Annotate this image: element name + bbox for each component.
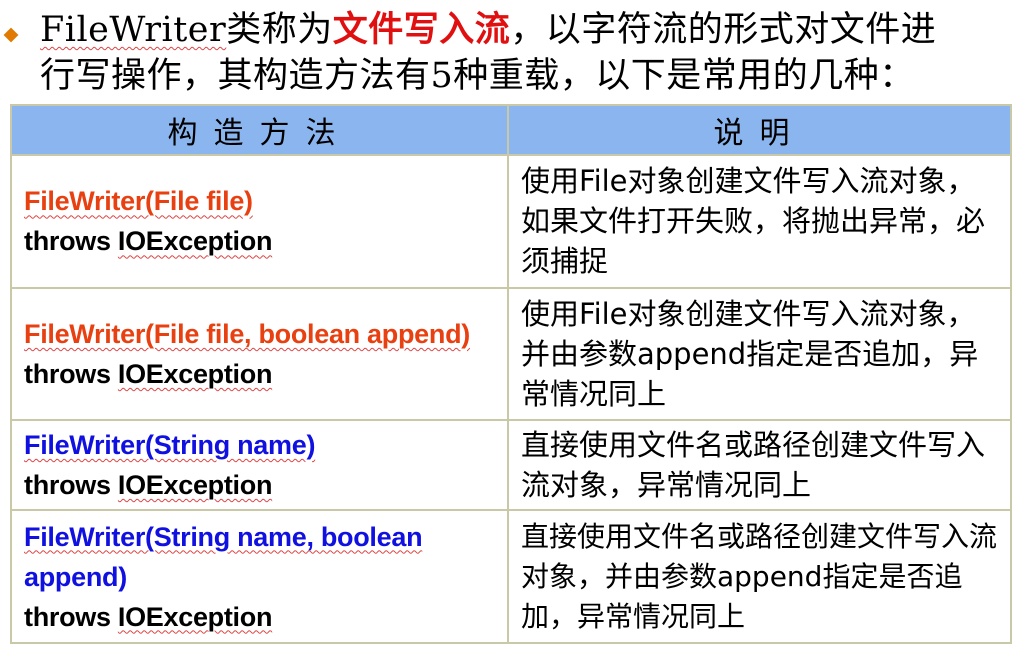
table-row: FileWriter(File file) throws IOException… [10,154,1012,289]
constructor-table: 构造方法 说明 FileWriter(File file) throws IOE… [10,104,1012,644]
exception-name: IOException [117,470,273,501]
description-cell: 使用File对象创建文件写入流对象，如果文件打开失败，将抛出异常，必须捕捉 [507,154,1012,289]
constructor-description: 直接使用文件名或路径创建文件写入流对象，并由参数append指定是否追加，异常情… [521,519,998,633]
diamond-bullet-icon [3,27,19,43]
intro-text: ，以字符流的形式对文件进 [510,10,937,50]
table-row: FileWriter(String name) throws IOExcepti… [10,419,1012,512]
header-description: 说明 [507,104,1012,156]
constructor-description: 使用File对象创建文件写入流对象，如果文件打开失败，将抛出异常，必须捕捉 [521,164,986,279]
description-cell: 直接使用文件名或路径创建文件写入流对象，并由参数append指定是否追加，异常情… [507,509,1012,644]
intro-classname: FileWriter [40,10,227,50]
constructor-cell: FileWriter(File file) throws IOException [10,154,509,289]
constructor-throws: throws IOException [24,470,273,501]
description-cell: 使用File对象创建文件写入流对象，并由参数append指定是否追加，异常情况同… [507,286,1012,422]
intro-paragraph: FileWriter类称为文件写入流，以字符流的形式对文件进 行写操作，其构造方… [0,6,1016,106]
description-cell: 直接使用文件名或路径创建文件写入流对象，异常情况同上 [507,419,1012,512]
table-row: FileWriter(File file, boolean append) th… [10,286,1012,422]
intro-text: 类称为 [226,10,333,50]
constructor-throws: throws IOException [24,358,273,389]
exception-name: IOException [117,601,273,632]
constructor-signature-cont: append) [24,561,127,592]
constructor-throws: throws IOException [24,226,273,257]
header-constructor: 构造方法 [10,104,509,156]
constructor-throws: throws IOException [24,601,273,632]
constructor-cell: FileWriter(String name, boolean append) … [10,509,509,644]
constructor-signature: FileWriter(String name, boolean [24,521,423,552]
constructor-cell: FileWriter(String name) throws IOExcepti… [10,419,509,512]
exception-name: IOException [117,226,273,257]
constructor-cell: FileWriter(File file, boolean append) th… [10,286,509,422]
constructor-signature: FileWriter(File file, boolean append) [24,318,470,349]
table-header-row: 构造方法 说明 [10,104,1012,156]
intro-text: 行写操作，其构造方法有 [40,56,431,96]
intro-number: 5 [430,56,454,96]
intro-text: 种重载，以下是常用的几种： [453,56,915,96]
constructor-signature: FileWriter(String name) [24,430,316,461]
intro-line-2: 行写操作，其构造方法有5种重载，以下是常用的几种： [40,54,915,98]
intro-emphasis: 文件写入流 [332,10,511,50]
constructor-signature: FileWriter(File file) [24,186,253,217]
exception-name: IOException [117,358,273,389]
intro-line-1: FileWriter类称为文件写入流，以字符流的形式对文件进 [40,8,936,52]
table-row: FileWriter(String name, boolean append) … [10,509,1012,644]
constructor-description: 直接使用文件名或路径创建文件写入流对象，异常情况同上 [521,428,986,503]
constructor-description: 使用File对象创建文件写入流对象，并由参数append指定是否追加，异常情况同… [521,296,979,411]
